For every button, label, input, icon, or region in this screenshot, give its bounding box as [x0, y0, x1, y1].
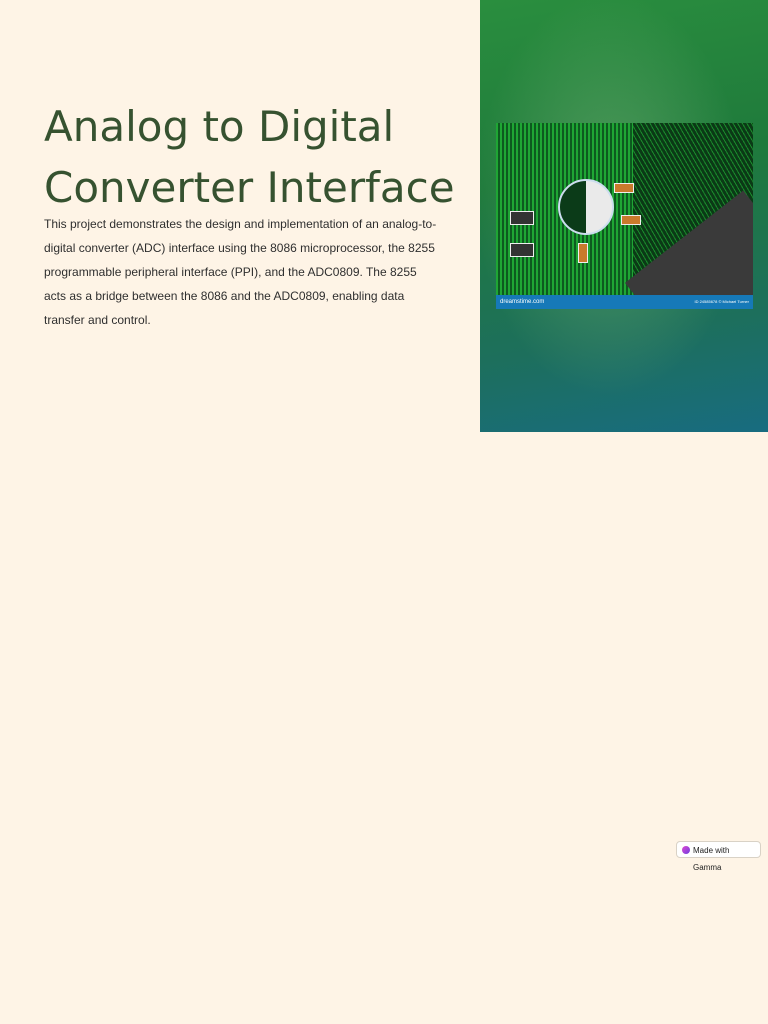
image-panel: dreamstime.com ID 24585678 © Michael Tur…	[480, 0, 768, 432]
watermark-right: ID 24585678 © Michael Turner	[694, 299, 749, 304]
watermark-left: dreamstime.com	[500, 299, 545, 305]
project-description: This project demonstrates the design and…	[44, 217, 437, 327]
photo-watermark: dreamstime.com ID 24585678 © Michael Tur…	[496, 295, 753, 309]
gamma-logo-icon	[682, 846, 690, 854]
circuit-board-photo: dreamstime.com ID 24585678 © Michael Tur…	[496, 123, 753, 309]
made-with-gamma-badge[interactable]: Made with Gamma	[676, 841, 761, 872]
pcb-illustration	[496, 123, 753, 309]
page-title: Analog to Digital Converter Interface	[44, 102, 455, 212]
badge-label: Made with Gamma	[693, 846, 730, 872]
